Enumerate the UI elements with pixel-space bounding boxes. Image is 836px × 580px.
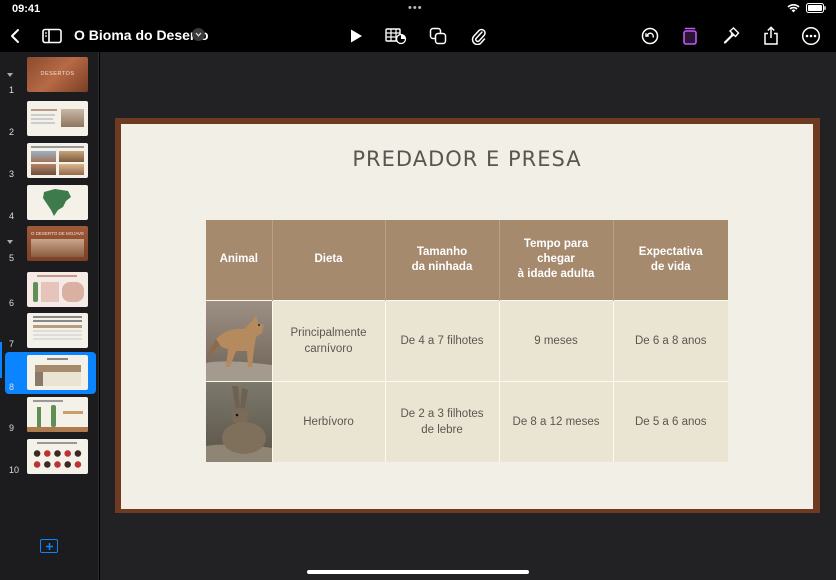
- litter-size-cell[interactable]: De 4 a 7 filhotes: [385, 299, 500, 381]
- tools-button[interactable]: [718, 23, 744, 49]
- undo-icon: [641, 27, 659, 45]
- more-icon: [801, 26, 821, 46]
- slide-number: 10: [9, 465, 20, 475]
- undo-button[interactable]: [637, 23, 663, 49]
- insert-shape-button[interactable]: [425, 23, 451, 49]
- status-time: 09:41: [12, 3, 41, 15]
- slide-thumbnail-6[interactable]: [27, 272, 88, 307]
- slide-thumbnail-4[interactable]: [27, 185, 88, 220]
- slide-number: 8: [9, 382, 15, 392]
- slide-thumbnail-10[interactable]: [27, 439, 88, 474]
- slide-number: 2: [9, 127, 15, 137]
- share-icon: [764, 26, 778, 45]
- slide-number: 1: [9, 85, 15, 95]
- coyote-photo[interactable]: [206, 299, 273, 381]
- home-indicator[interactable]: [307, 570, 529, 574]
- add-slide-button[interactable]: [40, 539, 58, 553]
- slide-thumbnail-5[interactable]: O DESERTO DE MOJAVE: [27, 226, 88, 261]
- slide[interactable]: PREDADOR E PRESA Animal Dieta Tamanho da…: [121, 124, 813, 509]
- slide-number: 5: [9, 253, 15, 263]
- more-button[interactable]: [798, 23, 824, 49]
- table-row: Principalmente carnívoro De 4 a 7 filhot…: [206, 299, 728, 381]
- slide-number: 6: [9, 298, 15, 308]
- format-icon: [683, 27, 697, 45]
- slide-thumbnail-label: DESERTOS: [40, 71, 75, 77]
- slide-thumbnail-label: O DESERTO DE MOJAVE: [30, 231, 85, 236]
- table-header-row: Animal Dieta Tamanho da ninhada Tempo pa…: [206, 220, 728, 300]
- battery-icon: [806, 3, 826, 13]
- paperclip-icon: [471, 28, 486, 45]
- life-expectancy-cell[interactable]: De 5 a 6 anos: [613, 380, 728, 462]
- slide-navigator: 1 DESERTOS 2 3 4 5 O DESERTO DE MOJAVE 6: [0, 52, 99, 580]
- slide-canvas[interactable]: PREDADOR E PRESA Animal Dieta Tamanho da…: [100, 52, 836, 580]
- sidebar-icon: [42, 28, 62, 44]
- play-button[interactable]: [343, 23, 369, 49]
- diet-cell[interactable]: Herbívoro: [272, 380, 386, 462]
- table-header-cell[interactable]: Tamanho da ninhada: [385, 220, 500, 300]
- collapse-triangle-icon[interactable]: [7, 240, 13, 244]
- toolbar: O Bioma do Deserto: [0, 20, 836, 52]
- collapse-triangle-icon[interactable]: [7, 73, 13, 77]
- shapes-icon: [429, 27, 447, 45]
- table-chart-icon: [385, 28, 407, 45]
- status-indicators: [787, 3, 826, 13]
- sidebar-toggle-button[interactable]: [39, 23, 65, 49]
- back-icon: [11, 29, 19, 43]
- back-button[interactable]: [2, 23, 28, 49]
- slide-thumbnail-1[interactable]: DESERTOS: [27, 57, 88, 92]
- slide-number: 7: [9, 339, 15, 349]
- plus-icon: [45, 542, 53, 550]
- diet-cell[interactable]: Principalmente carnívoro: [272, 299, 386, 381]
- slide-thumbnail-7[interactable]: [27, 313, 88, 348]
- share-button[interactable]: [758, 23, 784, 49]
- life-expectancy-cell[interactable]: De 6 a 8 anos: [613, 299, 728, 381]
- slide-thumbnail-3[interactable]: [27, 143, 88, 178]
- slide-thumbnail-2[interactable]: [27, 101, 88, 136]
- jackrabbit-photo[interactable]: [206, 380, 273, 462]
- insert-media-button[interactable]: [465, 23, 491, 49]
- litter-size-cell[interactable]: De 2 a 3 filhotes de lebre: [385, 380, 500, 462]
- chevron-down-icon: [195, 32, 202, 37]
- time-to-adulthood-cell[interactable]: De 8 a 12 meses: [499, 380, 614, 462]
- table-header-cell[interactable]: Tempo para chegar à idade adulta: [499, 220, 614, 300]
- table-row: Herbívoro De 2 a 3 filhotes de lebre De …: [206, 380, 728, 462]
- slide-number: 9: [9, 423, 15, 433]
- predator-prey-table[interactable]: Animal Dieta Tamanho da ninhada Tempo pa…: [206, 220, 728, 462]
- selection-edge-indicator: [0, 342, 2, 378]
- multitasking-dots-icon[interactable]: •••: [408, 2, 423, 14]
- title-menu-button[interactable]: [192, 28, 205, 41]
- slide-thumbnail-8[interactable]: [27, 355, 88, 390]
- status-bar: 09:41 •••: [0, 0, 836, 20]
- wifi-icon: [787, 4, 800, 13]
- table-header-cell[interactable]: Expectativa de vida: [613, 220, 728, 300]
- hammer-icon: [723, 27, 740, 44]
- slide-number: 3: [9, 169, 15, 179]
- insert-table-chart-button[interactable]: [383, 23, 409, 49]
- slide-thumbnail-9[interactable]: [27, 397, 88, 432]
- document-title[interactable]: O Bioma do Deserto: [74, 27, 209, 43]
- slide-number: 4: [9, 211, 15, 221]
- table-header-cell[interactable]: Animal: [206, 220, 273, 300]
- play-icon: [351, 29, 362, 43]
- table-header-cell[interactable]: Dieta: [272, 220, 386, 300]
- time-to-adulthood-cell[interactable]: 9 meses: [499, 299, 614, 381]
- format-button[interactable]: [677, 23, 703, 49]
- slide-title[interactable]: PREDADOR E PRESA: [121, 147, 813, 171]
